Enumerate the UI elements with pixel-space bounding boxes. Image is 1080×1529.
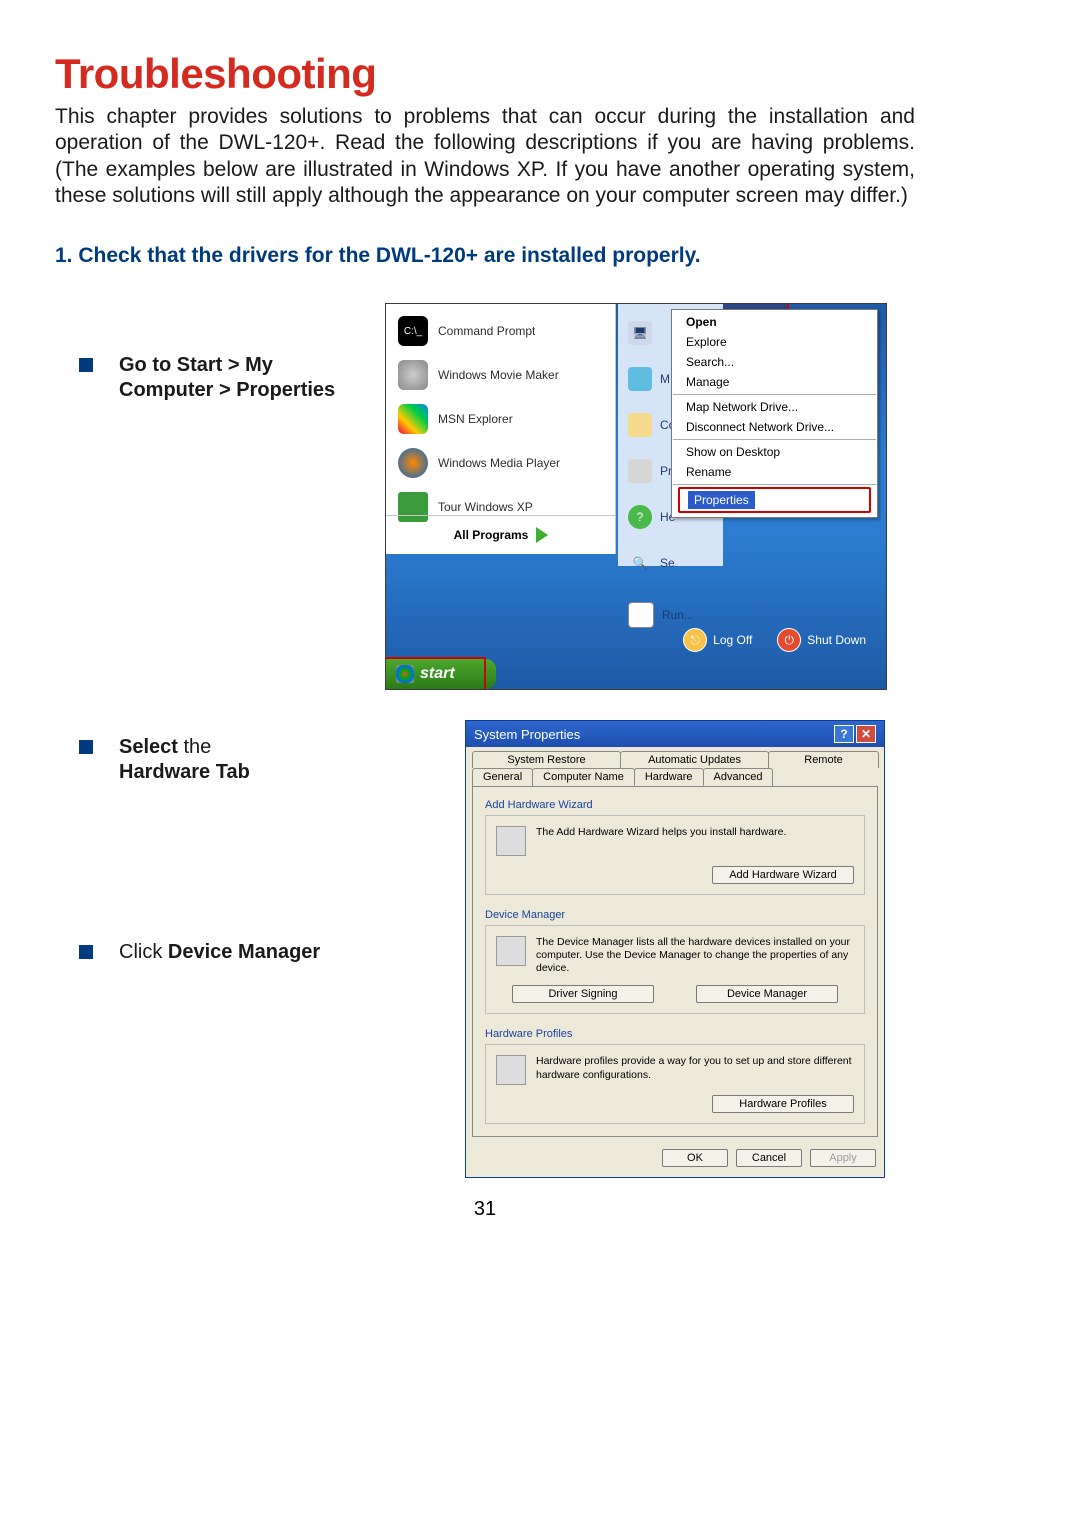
hardwareprofiles-desc: Hardware profiles provide a way for you …	[536, 1055, 854, 1085]
dialog-footer: OK Cancel Apply	[466, 1143, 884, 1177]
group-title-add-hardware: Add Hardware Wizard	[485, 799, 865, 811]
screenshot-start-menu: C:\_ Command Prompt Windows Movie Maker …	[385, 303, 887, 690]
group-title-device-manager: Device Manager	[485, 909, 865, 921]
bullet-marker-icon	[79, 945, 93, 959]
separator-icon	[673, 439, 876, 440]
hardware-profiles-button[interactable]: Hardware Profiles	[712, 1095, 854, 1113]
bullet-marker-icon	[79, 740, 93, 754]
page-heading: Troubleshooting	[55, 50, 915, 98]
context-show-desktop[interactable]: Show on Desktop	[672, 442, 877, 462]
step2-row: Select the Hardware Tab Click Device Man…	[55, 720, 915, 1178]
tabs-row: System Restore Automatic Updates Remote …	[466, 747, 884, 786]
bullet-marker-icon	[79, 358, 93, 372]
shutdown-button[interactable]: ⏻ Shut Down	[777, 628, 866, 652]
pc-icon: 🖥	[628, 321, 652, 345]
tab-advanced[interactable]: Advanced	[703, 768, 774, 786]
context-properties[interactable]: Properties	[678, 487, 871, 513]
context-rename[interactable]: Rename	[672, 462, 877, 482]
add-hardware-wizard-button[interactable]: Add Hardware Wizard	[712, 866, 854, 884]
start-button[interactable]: start	[386, 659, 496, 689]
close-button[interactable]: ✕	[856, 725, 876, 743]
tab-body: Add Hardware Wizard The Add Hardware Wiz…	[472, 786, 878, 1137]
menu-item-search[interactable]: 🔍 Se	[618, 540, 723, 586]
printer-icon	[628, 459, 652, 483]
addhardware-icon	[496, 826, 526, 856]
menu-item-command-prompt[interactable]: C:\_ Command Prompt	[386, 309, 615, 353]
step1-bullets: Go to Start > My Computer > Properties	[55, 303, 385, 403]
step1-row: Go to Start > My Computer > Properties C…	[55, 303, 915, 690]
bullet-select-hardware: Select the Hardware Tab	[119, 735, 250, 785]
tab-automatic-updates[interactable]: Automatic Updates	[620, 751, 769, 768]
driver-signing-button[interactable]: Driver Signing	[512, 985, 654, 1003]
context-disconnect-network[interactable]: Disconnect Network Drive...	[672, 417, 877, 437]
apply-button[interactable]: Apply	[810, 1149, 876, 1167]
movie-icon	[398, 360, 428, 390]
menu-all-programs[interactable]: All Programs	[386, 515, 616, 554]
bullet-goto: Go to Start > My Computer > Properties	[119, 353, 339, 403]
cmd-icon: C:\_	[398, 316, 428, 346]
network-icon	[628, 367, 652, 391]
context-search[interactable]: Search...	[672, 352, 877, 372]
msn-icon	[398, 404, 428, 434]
context-open[interactable]: Open	[672, 312, 877, 332]
tab-general[interactable]: General	[472, 768, 533, 786]
shutdown-icon: ⏻	[777, 628, 801, 652]
help-icon: ?	[628, 505, 652, 529]
tab-computer-name[interactable]: Computer Name	[532, 768, 635, 786]
cancel-button[interactable]: Cancel	[736, 1149, 802, 1167]
window-titlebar: System Properties ? ✕	[466, 721, 884, 747]
context-manage[interactable]: Manage	[672, 372, 877, 392]
context-menu-my-computer: Open Explore Search... Manage Map Networ…	[671, 309, 878, 518]
addhardware-desc: The Add Hardware Wizard helps you instal…	[536, 826, 786, 856]
devicemanager-desc: The Device Manager lists all the hardwar…	[536, 936, 854, 975]
wmp-icon	[398, 448, 428, 478]
logoff-icon: ⎋	[683, 628, 707, 652]
help-button[interactable]: ?	[834, 725, 854, 743]
separator-icon	[673, 484, 876, 485]
tab-system-restore[interactable]: System Restore	[472, 751, 621, 768]
step2-bullets: Select the Hardware Tab Click Device Man…	[55, 720, 385, 965]
step-title: 1. Check that the drivers for the DWL-12…	[55, 244, 915, 268]
window-title: System Properties	[474, 727, 580, 742]
hardwareprofiles-icon	[496, 1055, 526, 1085]
screenshot-system-properties: System Properties ? ✕ System Restore Aut…	[465, 720, 885, 1178]
bullet-click-device-manager: Click Device Manager	[119, 940, 320, 965]
context-explore[interactable]: Explore	[672, 332, 877, 352]
start-menu-left-pane: C:\_ Command Prompt Windows Movie Maker …	[386, 304, 616, 554]
highlight-start-button	[385, 657, 486, 690]
context-map-network[interactable]: Map Network Drive...	[672, 397, 877, 417]
page-number: 31	[55, 1198, 915, 1221]
menu-item-movie-maker[interactable]: Windows Movie Maker	[386, 353, 615, 397]
allprograms-arrow-icon	[536, 527, 548, 543]
intro-text: This chapter provides solutions to probl…	[55, 104, 915, 209]
menu-item-media-player[interactable]: Windows Media Player	[386, 441, 615, 485]
ok-button[interactable]: OK	[662, 1149, 728, 1167]
controlpanel-icon	[628, 413, 652, 437]
device-manager-button[interactable]: Device Manager	[696, 985, 838, 1003]
devicemanager-icon	[496, 936, 526, 966]
tab-hardware[interactable]: Hardware	[634, 768, 704, 786]
menu-item-msn-explorer[interactable]: MSN Explorer	[386, 397, 615, 441]
separator-icon	[673, 394, 876, 395]
tab-remote[interactable]: Remote	[768, 751, 879, 768]
start-menu-footer: ⎋ Log Off ⏻ Shut Down	[386, 621, 886, 659]
group-title-hardware-profiles: Hardware Profiles	[485, 1028, 865, 1040]
search-icon: 🔍	[628, 551, 652, 575]
logoff-button[interactable]: ⎋ Log Off	[683, 628, 752, 652]
